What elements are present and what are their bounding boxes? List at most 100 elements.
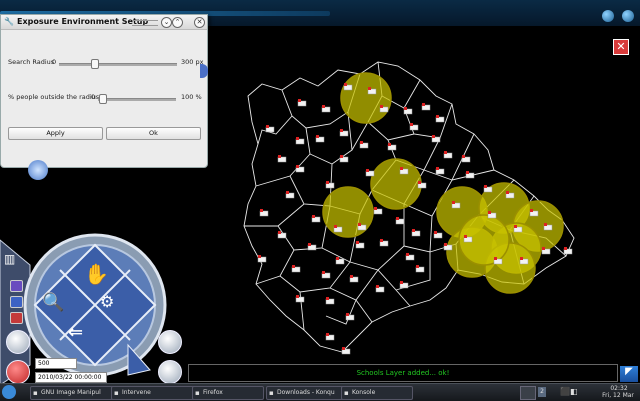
- school-icon[interactable]: [349, 275, 359, 283]
- radius-slider-handle[interactable]: [91, 59, 100, 69]
- apply-button[interactable]: Apply: [8, 127, 103, 140]
- money-icon[interactable]: [6, 330, 30, 354]
- firefox-icon: ▪: [195, 389, 200, 397]
- task-konsole[interactable]: ▪ Konsole: [341, 386, 413, 400]
- school-icon[interactable]: [359, 141, 369, 149]
- taskbar: ▪ GNU Image Manipul ▪ Intervene ▪ Firefox ▪…: [0, 383, 640, 401]
- titlebar-grip: [132, 20, 158, 26]
- sun-tool-icon[interactable]: [28, 160, 48, 180]
- school-icon[interactable]: [461, 155, 471, 163]
- school-icon[interactable]: [325, 333, 335, 341]
- school-icon[interactable]: [321, 271, 331, 279]
- ok-button[interactable]: Ok: [106, 127, 201, 140]
- school-icon[interactable]: [417, 181, 427, 189]
- school-icon[interactable]: [435, 167, 445, 175]
- recycle-icon[interactable]: [158, 330, 182, 354]
- school-icon[interactable]: [259, 209, 269, 217]
- school-icon[interactable]: [311, 215, 321, 223]
- nav-wheel: [0, 233, 167, 385]
- exposure-setup-dialog: 🔧 Exposure Environment Setup ⌄ ⌃ ✕ Searc…: [0, 14, 208, 168]
- pager-1[interactable]: [520, 386, 536, 400]
- task-label: GNU Image Manipul: [41, 389, 101, 396]
- panel-orb-icon[interactable]: [602, 10, 614, 22]
- clock-time[interactable]: 02:32: [600, 385, 638, 392]
- school-icon[interactable]: [409, 123, 419, 131]
- app-icon[interactable]: 🔧: [4, 17, 14, 26]
- dialog-title: Exposure Environment Setup: [17, 17, 149, 26]
- number-input[interactable]: 500: [35, 358, 77, 369]
- corner-arrow-icon[interactable]: ◤: [620, 366, 638, 382]
- school-icon[interactable]: [321, 105, 331, 113]
- globe-icon[interactable]: [158, 360, 182, 384]
- school-icon[interactable]: [285, 191, 295, 199]
- school-icon[interactable]: [373, 207, 383, 215]
- intervene-icon: ▪: [114, 389, 119, 397]
- school-icon[interactable]: [431, 135, 441, 143]
- school-icon[interactable]: [297, 99, 307, 107]
- school-icon[interactable]: [387, 143, 397, 151]
- school-icon[interactable]: [405, 253, 415, 261]
- map-close-button[interactable]: ✕: [613, 39, 629, 55]
- school-icon[interactable]: [403, 107, 413, 115]
- school-icon[interactable]: [325, 297, 335, 305]
- school-icon[interactable]: [395, 217, 405, 225]
- task-firefox[interactable]: ▪ Firefox: [192, 386, 264, 400]
- school-icon[interactable]: [265, 125, 275, 133]
- school-icon[interactable]: [307, 243, 317, 251]
- school-icon[interactable]: [355, 241, 365, 249]
- school-icon[interactable]: [295, 137, 305, 145]
- maximize-icon[interactable]: ⌃: [172, 17, 183, 28]
- school-icon[interactable]: [435, 115, 445, 123]
- school-icon[interactable]: [365, 169, 375, 177]
- school-icon[interactable]: [421, 103, 431, 111]
- task-gimp[interactable]: ▪ GNU Image Manipul: [30, 386, 120, 400]
- dialog-titlebar[interactable]: 🔧 Exposure Environment Setup ⌄ ⌃ ✕: [1, 15, 207, 30]
- radius-label: Search Radius: [8, 58, 55, 66]
- school-icon[interactable]: [443, 151, 453, 159]
- school-icon[interactable]: [277, 155, 287, 163]
- school-icon[interactable]: [563, 247, 573, 255]
- radius-slider[interactable]: [59, 63, 177, 66]
- panel-orb-icon[interactable]: [622, 10, 634, 22]
- outside-slider-handle[interactable]: [98, 94, 107, 104]
- help-icon[interactable]: [6, 360, 30, 384]
- close-icon[interactable]: ✕: [194, 17, 205, 28]
- school-icon[interactable]: [415, 265, 425, 273]
- exposure-zone: [370, 158, 422, 210]
- school-icon[interactable]: [257, 255, 267, 263]
- back-arrow-icon[interactable]: ⇐: [68, 322, 83, 343]
- school-icon[interactable]: [379, 239, 389, 247]
- zoom-in-icon[interactable]: ⚙: [100, 292, 114, 311]
- stop-button[interactable]: [10, 312, 23, 324]
- school-icon[interactable]: [375, 285, 385, 293]
- pan-hand-icon[interactable]: ✋: [84, 262, 109, 286]
- school-icon[interactable]: [339, 129, 349, 137]
- pager-2[interactable]: 2: [538, 387, 546, 397]
- minimize-icon[interactable]: ⌄: [161, 17, 172, 28]
- pause-button[interactable]: [10, 296, 23, 308]
- date-input[interactable]: 2010/03/22 00:00:00: [35, 372, 107, 383]
- school-icon[interactable]: [325, 181, 335, 189]
- school-icon[interactable]: [291, 265, 301, 273]
- exposure-zone: [340, 72, 392, 124]
- chart-icon[interactable]: ▥: [4, 252, 24, 272]
- task-downloads[interactable]: ▪ Downloads - Konqu: [266, 386, 350, 400]
- radius-min: 0: [52, 58, 57, 66]
- start-menu-icon[interactable]: [2, 385, 16, 399]
- task-label: Downloads - Konqu: [277, 389, 335, 396]
- clock-date[interactable]: Fri, 12 Mar: [596, 392, 640, 399]
- school-icon[interactable]: [399, 281, 409, 289]
- task-intervene[interactable]: ▪ Intervene: [111, 386, 201, 400]
- tray-icons[interactable]: ⬛◧: [560, 387, 578, 396]
- school-icon[interactable]: [315, 135, 325, 143]
- play-button[interactable]: [10, 280, 23, 292]
- school-icon[interactable]: [295, 165, 305, 173]
- school-icon[interactable]: [465, 171, 475, 179]
- outside-slider[interactable]: [98, 98, 176, 101]
- outside-label: % people outside the radius: [8, 93, 100, 101]
- outside-max: 100 %: [181, 93, 202, 101]
- zoom-out-icon[interactable]: 🔍: [42, 292, 64, 313]
- school-icon[interactable]: [433, 231, 443, 239]
- school-icon[interactable]: [411, 229, 421, 237]
- status-bar: Schools Layer added... ok!: [188, 364, 618, 382]
